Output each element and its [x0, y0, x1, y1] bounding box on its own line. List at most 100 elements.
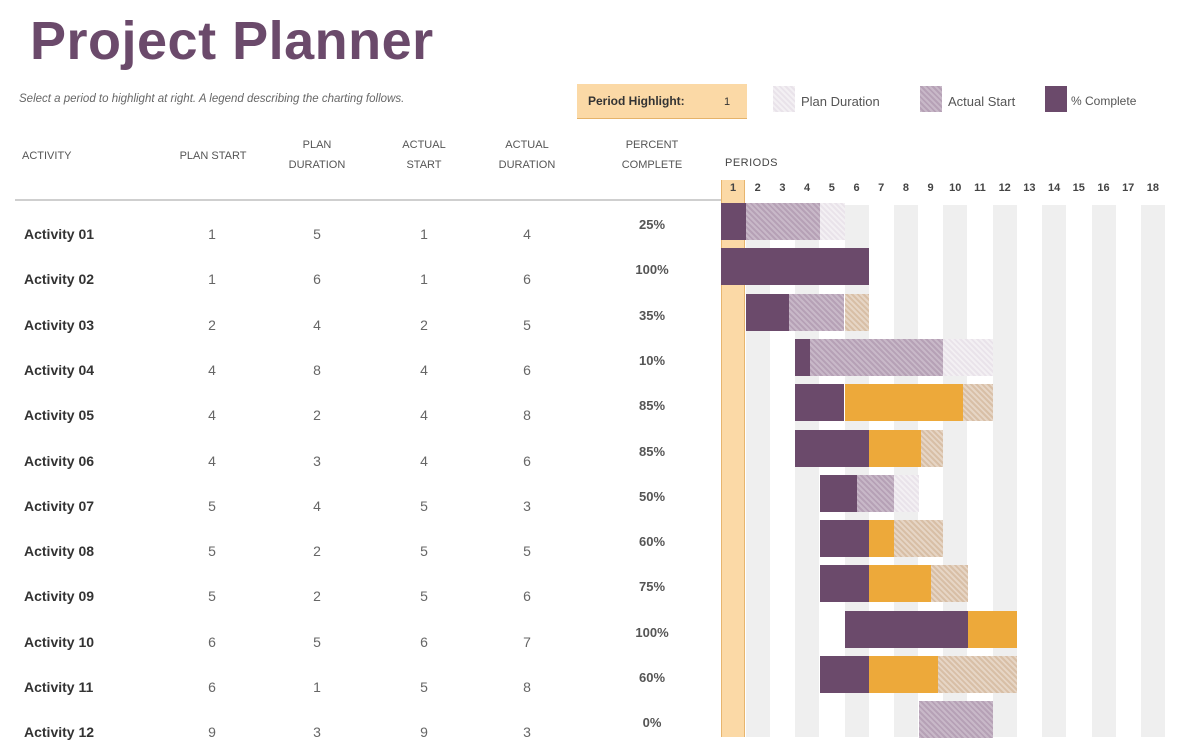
period-number[interactable]: 16 [1092, 182, 1116, 194]
actual-start-cell[interactable]: 5 [394, 679, 454, 695]
plan-start-cell[interactable]: 2 [182, 317, 242, 333]
percent-complete-cell[interactable]: 100% [622, 262, 682, 277]
activity-name[interactable]: Activity 01 [24, 226, 94, 242]
period-number[interactable]: 13 [1017, 182, 1041, 194]
period-number[interactable]: 4 [795, 182, 819, 194]
percent-complete-cell[interactable]: 60% [622, 534, 682, 549]
activity-name[interactable]: Activity 05 [24, 407, 94, 423]
activity-name[interactable]: Activity 10 [24, 634, 94, 650]
period-stripe [1042, 205, 1067, 737]
percent-complete-cell[interactable]: 75% [622, 579, 682, 594]
period-number[interactable]: 14 [1042, 182, 1066, 194]
period-number[interactable]: 17 [1116, 182, 1140, 194]
plan-duration-cell[interactable]: 8 [287, 362, 347, 378]
period-number[interactable]: 15 [1067, 182, 1091, 194]
percent-complete-cell[interactable]: 0% [622, 715, 682, 730]
percent-complete-cell[interactable]: 85% [622, 398, 682, 413]
gantt-bar-complete [795, 338, 810, 376]
legend-actual-start-label: Actual Start [948, 94, 1016, 109]
percent-complete-cell[interactable]: 60% [622, 670, 682, 685]
actual-start-cell[interactable]: 6 [394, 634, 454, 650]
plan-duration-cell[interactable]: 1 [287, 679, 347, 695]
activity-name[interactable]: Activity 11 [24, 679, 93, 695]
plan-start-cell[interactable]: 6 [182, 679, 242, 695]
actual-duration-cell[interactable]: 7 [497, 634, 557, 650]
actual-duration-cell[interactable]: 3 [497, 498, 557, 514]
period-number[interactable]: 7 [869, 182, 893, 194]
period-highlight-input[interactable]: 1 [724, 96, 730, 108]
gantt-bar-complete [819, 520, 870, 558]
period-number[interactable]: 6 [845, 182, 869, 194]
percent-complete-cell[interactable]: 100% [622, 625, 682, 640]
actual-duration-cell[interactable]: 8 [497, 407, 557, 423]
plan-duration-cell[interactable]: 3 [287, 724, 347, 740]
actual-start-cell[interactable]: 9 [394, 724, 454, 740]
plan-start-cell[interactable]: 5 [182, 543, 242, 559]
activity-name[interactable]: Activity 04 [24, 362, 94, 378]
period-number[interactable]: 2 [746, 182, 770, 194]
actual-start-cell[interactable]: 4 [394, 453, 454, 469]
plan-duration-cell[interactable]: 2 [287, 543, 347, 559]
gantt-bar-complete [819, 565, 870, 603]
activity-name[interactable]: Activity 12 [24, 724, 94, 740]
actual-duration-cell[interactable]: 6 [497, 271, 557, 287]
gantt-bar-complete [819, 474, 857, 512]
plan-start-cell[interactable]: 4 [182, 407, 242, 423]
column-header-actual-start: ACTUAL START [402, 139, 446, 171]
actual-duration-cell[interactable]: 5 [497, 543, 557, 559]
percent-complete-cell[interactable]: 85% [622, 444, 682, 459]
actual-duration-cell[interactable]: 8 [497, 679, 557, 695]
percent-complete-cell[interactable]: 35% [622, 308, 682, 323]
actual-duration-cell[interactable]: 6 [497, 588, 557, 604]
activity-name[interactable]: Activity 09 [24, 588, 94, 604]
plan-start-cell[interactable]: 1 [182, 226, 242, 242]
plan-start-cell[interactable]: 9 [182, 724, 242, 740]
gantt-bar-complete [795, 384, 845, 422]
plan-start-cell[interactable]: 1 [182, 271, 242, 287]
plan-duration-cell[interactable]: 3 [287, 453, 347, 469]
period-number[interactable]: 12 [993, 182, 1017, 194]
percent-complete-cell[interactable]: 10% [622, 353, 682, 368]
actual-start-cell[interactable]: 4 [394, 407, 454, 423]
activity-name[interactable]: Activity 08 [24, 543, 94, 559]
actual-duration-cell[interactable]: 4 [497, 226, 557, 242]
actual-start-cell[interactable]: 5 [394, 498, 454, 514]
plan-start-cell[interactable]: 4 [182, 453, 242, 469]
plan-start-cell[interactable]: 4 [182, 362, 242, 378]
period-number[interactable]: 8 [894, 182, 918, 194]
period-number[interactable]: 1 [721, 182, 745, 194]
actual-start-cell[interactable]: 4 [394, 362, 454, 378]
actual-duration-cell[interactable]: 5 [497, 317, 557, 333]
actual-duration-cell[interactable]: 6 [497, 362, 557, 378]
plan-start-cell[interactable]: 5 [182, 498, 242, 514]
actual-duration-cell[interactable]: 3 [497, 724, 557, 740]
plan-duration-cell[interactable]: 5 [287, 634, 347, 650]
plan-duration-cell[interactable]: 4 [287, 498, 347, 514]
period-number[interactable]: 3 [770, 182, 794, 194]
activity-name[interactable]: Activity 06 [24, 453, 94, 469]
column-header-actual-duration: ACTUAL DURATION [498, 139, 556, 171]
plan-start-cell[interactable]: 6 [182, 634, 242, 650]
plan-duration-cell[interactable]: 2 [287, 407, 347, 423]
actual-start-cell[interactable]: 5 [394, 588, 454, 604]
period-number[interactable]: 9 [919, 182, 943, 194]
period-number[interactable]: 10 [943, 182, 967, 194]
period-number[interactable]: 18 [1141, 182, 1165, 194]
plan-duration-cell[interactable]: 5 [287, 226, 347, 242]
percent-complete-cell[interactable]: 25% [622, 217, 682, 232]
plan-duration-cell[interactable]: 4 [287, 317, 347, 333]
activity-name[interactable]: Activity 02 [24, 271, 94, 287]
plan-start-cell[interactable]: 5 [182, 588, 242, 604]
period-number[interactable]: 5 [820, 182, 844, 194]
plan-duration-cell[interactable]: 6 [287, 271, 347, 287]
actual-start-cell[interactable]: 1 [394, 271, 454, 287]
actual-duration-cell[interactable]: 6 [497, 453, 557, 469]
actual-start-cell[interactable]: 5 [394, 543, 454, 559]
activity-name[interactable]: Activity 03 [24, 317, 94, 333]
activity-name[interactable]: Activity 07 [24, 498, 94, 514]
plan-duration-cell[interactable]: 2 [287, 588, 347, 604]
period-number[interactable]: 11 [968, 182, 992, 194]
percent-complete-cell[interactable]: 50% [622, 489, 682, 504]
actual-start-cell[interactable]: 2 [394, 317, 454, 333]
actual-start-cell[interactable]: 1 [394, 226, 454, 242]
